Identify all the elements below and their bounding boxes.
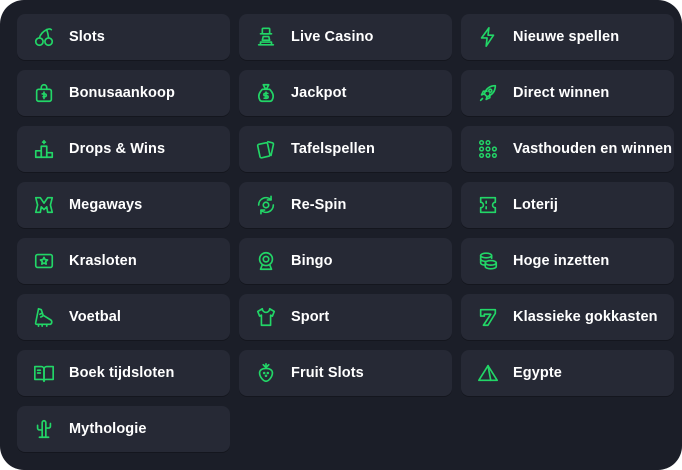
dots-grid-icon [477,138,499,160]
category-label: Re-Spin [291,197,347,213]
category-label: Drops & Wins [69,141,166,157]
football-boot-icon [33,306,55,328]
category-label: Live Casino [291,29,374,45]
category-direct-winnen[interactable]: Direct winnen [461,70,674,116]
respin-icon [255,194,277,216]
strawberry-icon [255,362,277,384]
category-label: Megaways [69,197,143,213]
category-panel: Slots Live Casino Nieuwe spellen Bonusaa… [0,0,682,470]
cherries-icon [33,26,55,48]
category-bonusaankoop[interactable]: Bonusaankoop [17,70,230,116]
megaways-m-icon [33,194,55,216]
category-grid: Slots Live Casino Nieuwe spellen Bonusaa… [17,14,674,452]
category-label: Sport [291,309,330,325]
category-nieuwe-spellen[interactable]: Nieuwe spellen [461,14,674,60]
category-label: Fruit Slots [291,365,364,381]
category-mythologie[interactable]: Mythologie [17,406,230,452]
cactus-icon [33,418,55,440]
category-label: Slots [69,29,105,45]
category-label: Voetbal [69,309,121,325]
category-label: Klassieke gokkasten [513,309,658,325]
dealer-icon [255,26,277,48]
category-hoge-inzetten[interactable]: Hoge inzetten [461,238,674,284]
rocket-icon [477,82,499,104]
category-label: Hoge inzetten [513,253,610,269]
category-label: Mythologie [69,421,147,437]
category-voetbal[interactable]: Voetbal [17,294,230,340]
category-drops-wins[interactable]: Drops & Wins [17,126,230,172]
category-label: Tafelspellen [291,141,375,157]
scratch-card-icon [33,250,55,272]
category-bingo[interactable]: Bingo [239,238,452,284]
category-vasthouden-en-winnen[interactable]: Vasthouden en winnen [461,126,674,172]
category-loterij[interactable]: Loterij [461,182,674,228]
category-sport[interactable]: Sport [239,294,452,340]
category-label: Bonusaankoop [69,85,175,101]
lightning-icon [477,26,499,48]
coin-stack-icon [477,250,499,272]
pyramid-icon [477,362,499,384]
category-tafelspellen[interactable]: Tafelspellen [239,126,452,172]
category-label: Jackpot [291,85,347,101]
ticket-icon [477,194,499,216]
category-krasloten[interactable]: Krasloten [17,238,230,284]
category-fruit-slots[interactable]: Fruit Slots [239,350,452,396]
category-megaways[interactable]: Megaways [17,182,230,228]
category-klassieke-gokkasten[interactable]: Klassieke gokkasten [461,294,674,340]
category-label: Direct winnen [513,85,610,101]
category-slots[interactable]: Slots [17,14,230,60]
cards-icon [255,138,277,160]
category-label: Egypte [513,365,562,381]
book-icon [33,362,55,384]
jersey-icon [255,306,277,328]
category-label: Loterij [513,197,559,213]
category-egypte[interactable]: Egypte [461,350,674,396]
category-label: Vasthouden en winnen [513,141,673,157]
podium-icon [33,138,55,160]
category-label: Boek tijdsloten [69,365,175,381]
gift-bag-icon [33,82,55,104]
money-bag-icon [255,82,277,104]
category-label: Nieuwe spellen [513,29,620,45]
category-label: Krasloten [69,253,137,269]
category-label: Bingo [291,253,333,269]
bingo-ball-icon [255,250,277,272]
category-re-spin[interactable]: Re-Spin [239,182,452,228]
category-jackpot[interactable]: Jackpot [239,70,452,116]
category-boek-tijdsloten[interactable]: Boek tijdsloten [17,350,230,396]
seven-icon [477,306,499,328]
category-live-casino[interactable]: Live Casino [239,14,452,60]
